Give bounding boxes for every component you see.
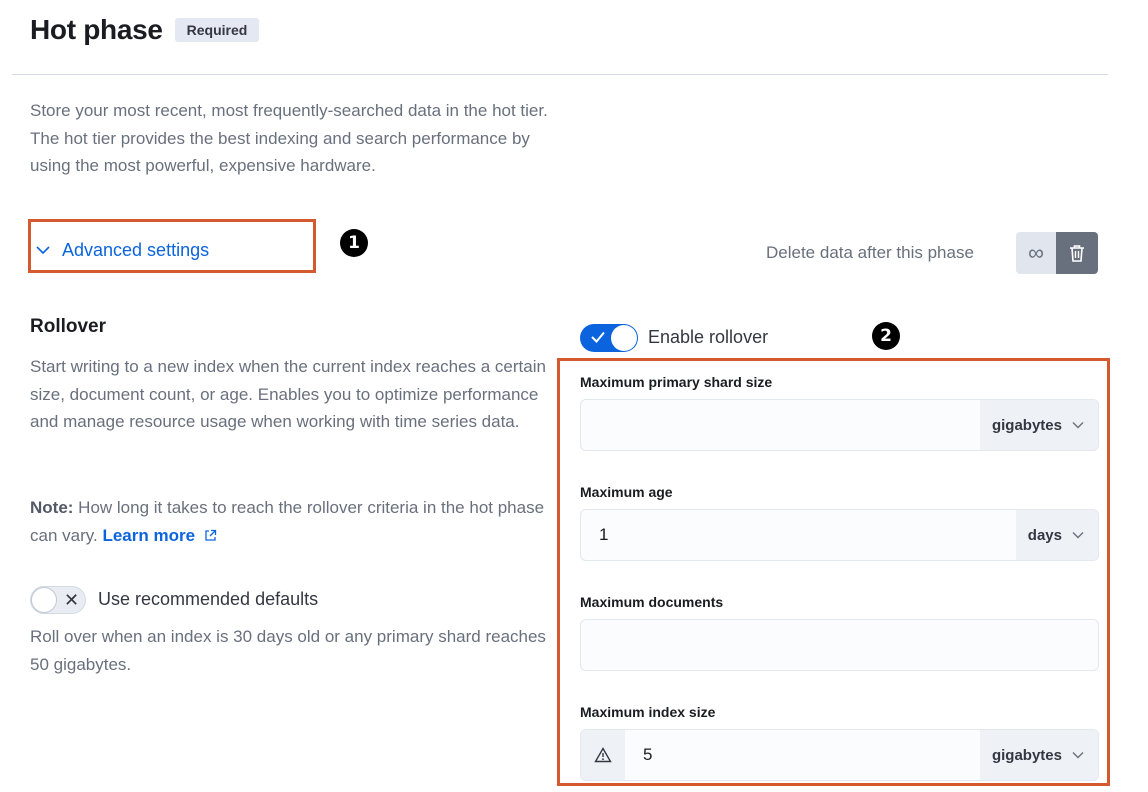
chevron-down-icon [1072,532,1084,539]
max-age-input[interactable]: 1 [581,510,1016,560]
page-header: Hot phase Required [30,14,260,46]
rollover-description: Start writing to a new index when the cu… [30,357,546,431]
max-age-unit-select[interactable]: days [1015,510,1098,560]
max-documents-label: Maximum documents [580,594,724,610]
chevron-down-icon [36,246,50,255]
max-index-size-field: 5 gigabytes [580,729,1099,781]
switch-knob [611,325,637,351]
max-documents-input[interactable] [581,620,1098,670]
max-index-size-unit-select[interactable]: gigabytes [979,730,1098,780]
use-defaults-label: Use recommended defaults [98,589,319,609]
cross-icon: ✕ [64,590,80,610]
max-documents-field [580,619,1099,671]
max-age-field: 1 days [580,509,1099,561]
external-link-icon [205,529,216,541]
max-index-size-input[interactable]: 5 [625,730,980,780]
callout-marker-1: 1 [340,229,368,257]
chevron-down-icon [1072,752,1084,759]
use-defaults-description: Roll over when an index is 30 days old o… [30,627,546,674]
warning-icon [581,730,625,780]
page-title: Hot phase [30,14,163,45]
max-primary-shard-size-label: Maximum primary shard size [580,374,773,390]
trash-icon [1070,245,1084,262]
enable-rollover-switch[interactable] [580,324,638,352]
chevron-down-icon [1072,422,1084,429]
advanced-settings-toggle[interactable]: Advanced settings [36,240,209,261]
delete-phase-toggle-group: ∞ [1016,232,1098,274]
unit-label: gigabytes [991,746,1062,764]
learn-more-link[interactable]: Learn more [102,526,216,545]
header-divider [12,74,1108,75]
max-index-size-label: Maximum index size [580,704,716,720]
use-defaults-switch[interactable]: ✕ [30,586,86,614]
switch-knob [31,587,57,613]
required-badge: Required [174,18,260,42]
check-icon [591,331,605,343]
max-primary-shard-size-unit-select[interactable]: gigabytes [979,400,1098,450]
max-age-label: Maximum age [580,484,673,500]
callout-marker-2: 2 [872,322,900,350]
rollover-note: Note: How long it takes to reach the rol… [30,494,555,550]
max-primary-shard-size-input[interactable] [581,400,980,450]
advanced-settings-label: Advanced settings [62,240,210,260]
max-primary-shard-size-field: gigabytes [580,399,1099,451]
delete-phase-label: Delete data after this phase [766,243,974,262]
unit-label: gigabytes [991,416,1062,434]
rollover-title: Rollover [30,316,107,337]
unit-label: days [1027,526,1062,544]
trash-button[interactable] [1056,232,1098,274]
infinity-icon[interactable]: ∞ [1016,232,1056,274]
note-prefix: Note: [30,498,74,517]
learn-more-label: Learn more [102,526,196,545]
phase-description: Store your most recent, most frequently-… [30,101,548,175]
enable-rollover-label: Enable rollover [648,327,769,347]
